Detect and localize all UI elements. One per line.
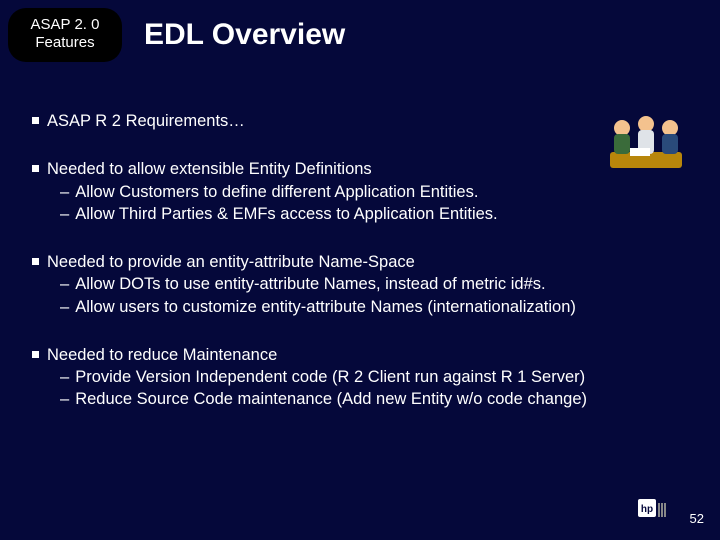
slide-title: EDL Overview bbox=[144, 18, 345, 52]
sub-text: Allow DOTs to use entity-attribute Names… bbox=[75, 273, 545, 295]
meeting-illustration-icon bbox=[600, 108, 692, 177]
dash-icon: – bbox=[60, 181, 69, 203]
badge-line1: ASAP 2. 0 bbox=[22, 16, 108, 34]
slide-header: ASAP 2. 0 Features EDL Overview bbox=[0, 0, 720, 62]
dash-icon: – bbox=[60, 203, 69, 225]
sub-text: Allow users to customize entity-attribut… bbox=[75, 296, 576, 318]
sub-bullet: – Allow DOTs to use entity-attribute Nam… bbox=[60, 273, 692, 295]
hp-logo-icon: hp bbox=[638, 497, 668, 526]
sub-bullet: – Allow Third Parties & EMFs access to A… bbox=[60, 203, 692, 225]
sub-bullet: – Allow users to customize entity-attrib… bbox=[60, 296, 692, 318]
sub-text: Reduce Source Code maintenance (Add new … bbox=[75, 388, 587, 410]
bullet-item: ASAP R 2 Requirements… bbox=[32, 110, 692, 132]
svg-text:hp: hp bbox=[641, 504, 653, 515]
badge-line2: Features bbox=[22, 34, 108, 52]
sub-bullet: – Reduce Source Code maintenance (Add ne… bbox=[60, 388, 692, 410]
page-number: 52 bbox=[690, 511, 704, 526]
sub-bullet: – Provide Version Independent code (R 2 … bbox=[60, 366, 692, 388]
bullet-text: Needed to allow extensible Entity Defini… bbox=[47, 158, 372, 180]
sub-text: Allow Third Parties & EMFs access to App… bbox=[75, 203, 497, 225]
bullet-square-icon bbox=[32, 258, 39, 265]
sub-text: Provide Version Independent code (R 2 Cl… bbox=[75, 366, 585, 388]
bullet-square-icon bbox=[32, 165, 39, 172]
bullet-item: Needed to allow extensible Entity Defini… bbox=[32, 158, 692, 225]
dash-icon: – bbox=[60, 388, 69, 410]
bullet-square-icon bbox=[32, 351, 39, 358]
bullet-text: Needed to reduce Maintenance bbox=[47, 344, 277, 366]
dash-icon: – bbox=[60, 273, 69, 295]
bullet-item: Needed to reduce Maintenance – Provide V… bbox=[32, 344, 692, 411]
sub-text: Allow Customers to define different Appl… bbox=[75, 181, 478, 203]
feature-badge: ASAP 2. 0 Features bbox=[8, 8, 122, 62]
bullet-square-icon bbox=[32, 117, 39, 124]
dash-icon: – bbox=[60, 296, 69, 318]
dash-icon: – bbox=[60, 366, 69, 388]
sub-bullet: – Allow Customers to define different Ap… bbox=[60, 181, 692, 203]
bullet-text: ASAP R 2 Requirements… bbox=[47, 110, 245, 132]
bullet-item: Needed to provide an entity-attribute Na… bbox=[32, 251, 692, 318]
bullet-text: Needed to provide an entity-attribute Na… bbox=[47, 251, 415, 273]
